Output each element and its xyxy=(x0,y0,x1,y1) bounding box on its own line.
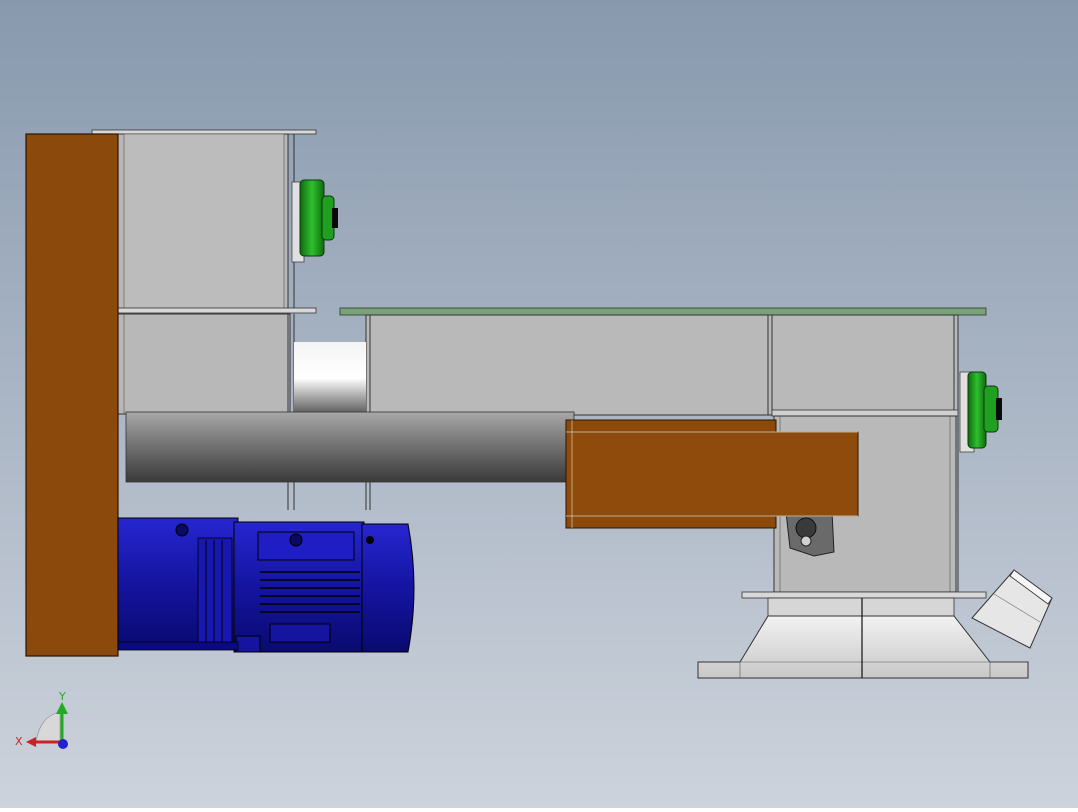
x-axis-label: X xyxy=(15,735,23,748)
left-end-plate[interactable] xyxy=(25,133,119,657)
pillow-block[interactable] xyxy=(785,511,835,557)
model-canvas[interactable]: Y X xyxy=(0,0,1078,808)
screw-tube[interactable] xyxy=(125,411,575,483)
brown-support-plate[interactable] xyxy=(565,419,859,529)
upper-housing[interactable] xyxy=(91,129,317,314)
z-axis-dot xyxy=(58,739,68,749)
cad-viewport[interactable]: Y X xyxy=(0,0,1078,808)
screw-shaft-light xyxy=(294,342,366,414)
y-axis-label: Y xyxy=(58,690,66,703)
gear-motor[interactable] xyxy=(117,517,415,653)
